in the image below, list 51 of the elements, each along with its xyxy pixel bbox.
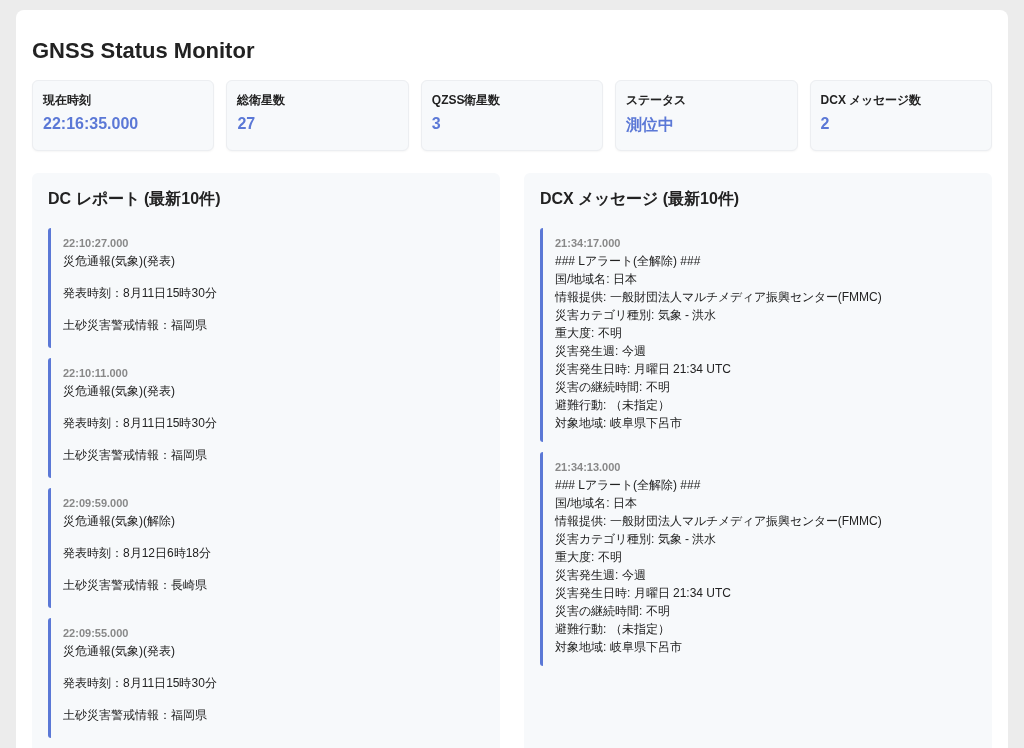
stat-value: 22:16:35.000 [43, 115, 140, 133]
stat-value: 3 [431, 115, 442, 133]
entry-text: 発表時刻：8月11日15時30分 [63, 285, 217, 302]
stat-label: ステータス [626, 92, 688, 109]
entry-text: 災害カテゴリ種別: 気象 - 洪水 [555, 307, 717, 324]
entry-text: 国/地域名: 日本 [555, 271, 637, 288]
entry-text: 土砂災害警戒情報：福岡県 [63, 317, 207, 334]
entry-text: 情報提供: 一般財団法人マルチメディア振興センター(FMMC) [555, 289, 882, 306]
entry-text: 災害の継続時間: 不明 [555, 379, 670, 396]
entry-time: 22:09:59.000 [63, 497, 129, 509]
stat-label: DCX メッセージ数 [820, 92, 923, 109]
entry-text: 対象地域: 岐阜県下呂市 [555, 639, 682, 656]
page-title: GNSS Status Monitor [32, 38, 256, 64]
entry-time: 22:10:27.000 [63, 237, 129, 249]
entry-text: 国/地域名: 日本 [555, 495, 637, 512]
entry-time: 21:34:13.000 [555, 461, 621, 473]
stat-value: 測位中 [626, 115, 676, 135]
entry-text: 重大度: 不明 [555, 549, 622, 566]
entry-time: 21:34:17.000 [555, 237, 621, 249]
entry-text: ### Lアラート(全解除) ### [555, 477, 701, 494]
entry-text: ### Lアラート(全解除) ### [555, 253, 701, 270]
entry-text: 災危通報(気象)(解除) [63, 513, 175, 530]
entry-text: 避難行動: （未指定） [555, 397, 670, 414]
entry-text: 災危通報(気象)(発表) [63, 383, 175, 400]
panel-title: DCX メッセージ (最新10件) [540, 189, 741, 209]
entry-text: 土砂災害警戒情報：福岡県 [63, 447, 207, 464]
entry-text: 災危通報(気象)(発表) [63, 643, 175, 660]
entry-text: 災害発生週: 今週 [555, 343, 646, 360]
entry-text: 災害カテゴリ種別: 気象 - 洪水 [555, 531, 717, 548]
entry-text: 災害発生週: 今週 [555, 567, 646, 584]
entry-text: 避難行動: （未指定） [555, 621, 670, 638]
entry-text: 情報提供: 一般財団法人マルチメディア振興センター(FMMC) [555, 513, 882, 530]
entry-text: 災害発生日時: 月曜日 21:34 UTC [555, 585, 732, 602]
stat-value: 2 [820, 115, 831, 133]
entry-text: 災害発生日時: 月曜日 21:34 UTC [555, 361, 732, 378]
entry-text: 災危通報(気象)(発表) [63, 253, 175, 270]
entry-text: 土砂災害警戒情報：福岡県 [63, 707, 207, 724]
entry-text: 発表時刻：8月11日15時30分 [63, 415, 217, 432]
entry-text: 発表時刻：8月11日15時30分 [63, 675, 217, 692]
entry-time: 22:09:55.000 [63, 627, 129, 639]
entry-text: 災害の継続時間: 不明 [555, 603, 670, 620]
panel-title: DC レポート (最新10件) [48, 189, 222, 209]
stat-label: QZSS衛星数 [431, 92, 502, 109]
stat-value: 27 [237, 115, 257, 133]
entry-text: 発表時刻：8月12日6時18分 [63, 545, 212, 562]
stat-label: 現在時刻 [43, 92, 92, 109]
entry-text: 重大度: 不明 [555, 325, 622, 342]
entry-time: 22:10:11.000 [63, 367, 128, 379]
entry-text: 対象地域: 岐阜県下呂市 [555, 415, 682, 432]
entry-text: 土砂災害警戒情報：長崎県 [63, 577, 207, 594]
stat-label: 総衛星数 [237, 92, 287, 109]
